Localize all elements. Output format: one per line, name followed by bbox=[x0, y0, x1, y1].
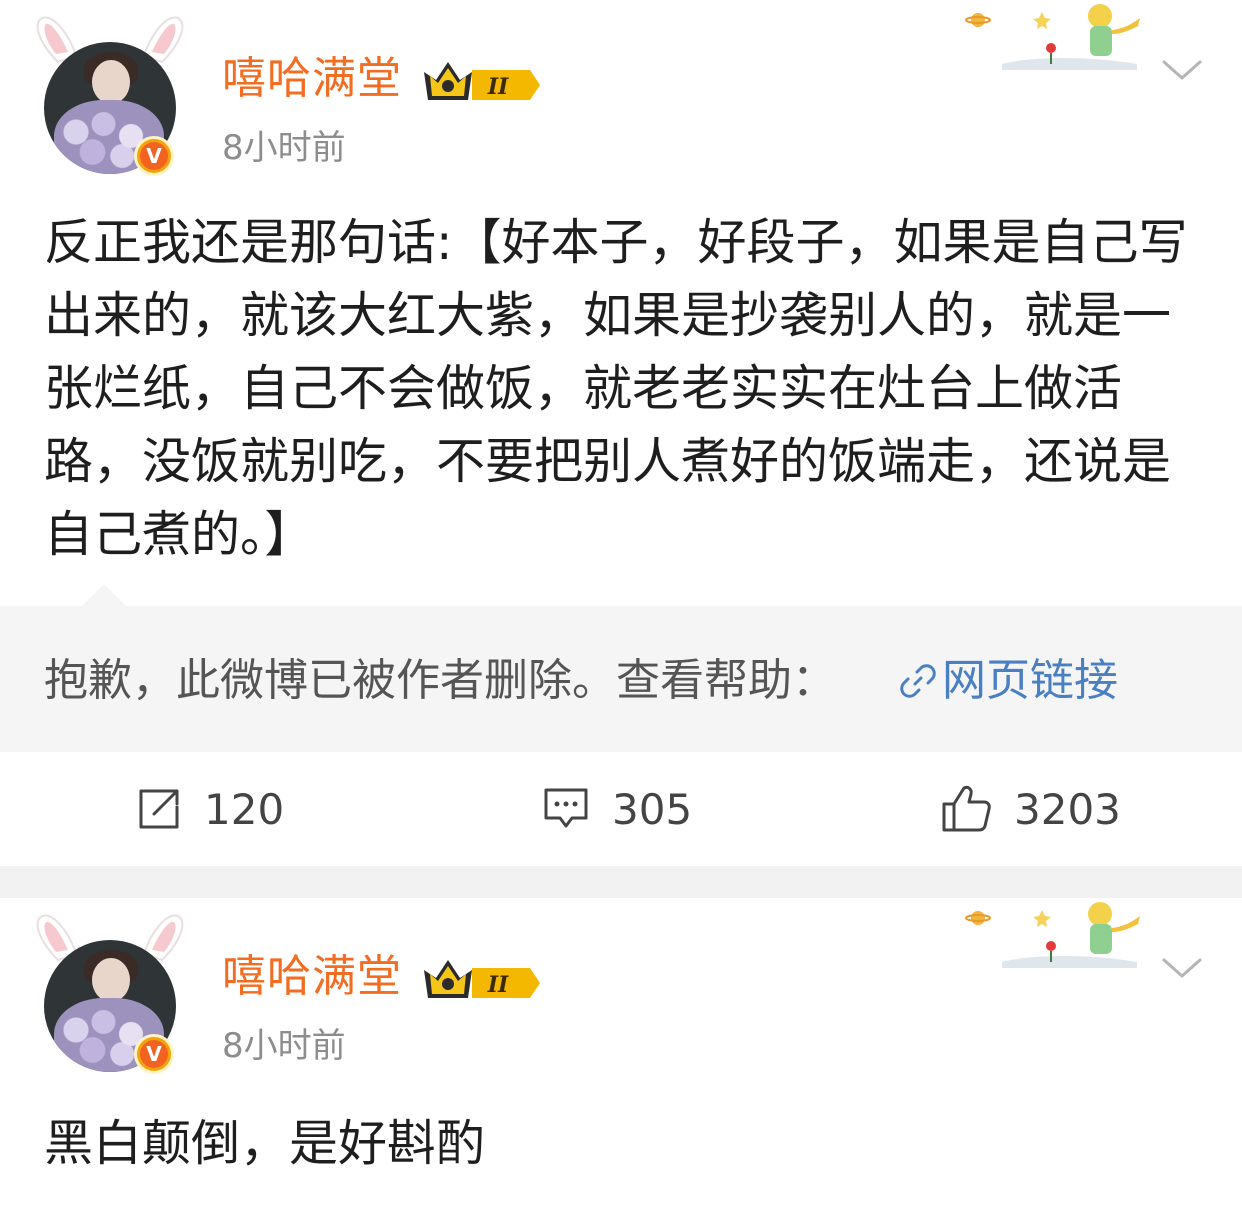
avatar-frame[interactable]: V bbox=[30, 14, 190, 184]
post-text: 反正我还是那句话:【好本子，好段子，如果是自己写出来的，就该大红大紫，如果是抄袭… bbox=[44, 214, 1188, 563]
post-text: 黑白颠倒，是好斟酌 bbox=[44, 1115, 486, 1172]
like-count: 3203 bbox=[1014, 784, 1121, 834]
repost-button[interactable]: 120 bbox=[136, 782, 284, 836]
like-button[interactable]: 3203 bbox=[940, 782, 1121, 836]
comment-count: 305 bbox=[612, 784, 693, 834]
weibo-post: V 嘻哈满堂 II 8小时前 反正我还是那句话:【好本子，好段子，如果是自己写出… bbox=[0, 0, 1242, 866]
help-web-link[interactable]: 网页链接 bbox=[898, 654, 1118, 708]
crown-level-badge[interactable]: II bbox=[420, 56, 544, 106]
svg-text:II: II bbox=[487, 74, 509, 100]
chevron-down-icon[interactable] bbox=[1160, 954, 1204, 982]
deleted-notice: 抱歉，此微博已被作者删除。查看帮助： bbox=[44, 655, 836, 706]
post-action-bar: 120 305 3203 bbox=[0, 752, 1242, 866]
verified-badge: V bbox=[134, 136, 174, 176]
link-icon bbox=[900, 664, 936, 698]
post-timestamp: 8小时前 bbox=[222, 1026, 346, 1066]
svg-text:II: II bbox=[487, 972, 509, 998]
feed-separator bbox=[0, 866, 1242, 898]
little-prince-decoration bbox=[965, 4, 1140, 70]
repost-count: 120 bbox=[204, 784, 285, 834]
box-notch bbox=[82, 584, 126, 606]
thumbs-up-icon bbox=[942, 785, 991, 832]
verified-badge: V bbox=[134, 1034, 174, 1074]
chevron-down-icon[interactable] bbox=[1160, 56, 1204, 84]
username[interactable]: 嘻哈满堂 bbox=[222, 52, 402, 106]
crown-level-badge[interactable]: II bbox=[420, 954, 544, 1004]
weibo-post: V 嘻哈满堂 II 8小时前 黑白颠倒，是好斟酌 bbox=[0, 898, 1242, 1226]
repost-icon bbox=[139, 789, 179, 829]
little-prince-decoration bbox=[965, 902, 1140, 968]
comment-button[interactable]: 305 bbox=[542, 782, 692, 836]
post-timestamp: 8小时前 bbox=[222, 128, 346, 168]
deleted-repost-box[interactable]: 抱歉，此微博已被作者删除。查看帮助： 网页链接 bbox=[0, 584, 1242, 752]
username[interactable]: 嘻哈满堂 bbox=[222, 950, 402, 1004]
avatar-frame[interactable]: V bbox=[30, 912, 190, 1082]
comment-icon bbox=[544, 788, 588, 828]
help-link-label[interactable]: 网页链接 bbox=[942, 654, 1118, 708]
